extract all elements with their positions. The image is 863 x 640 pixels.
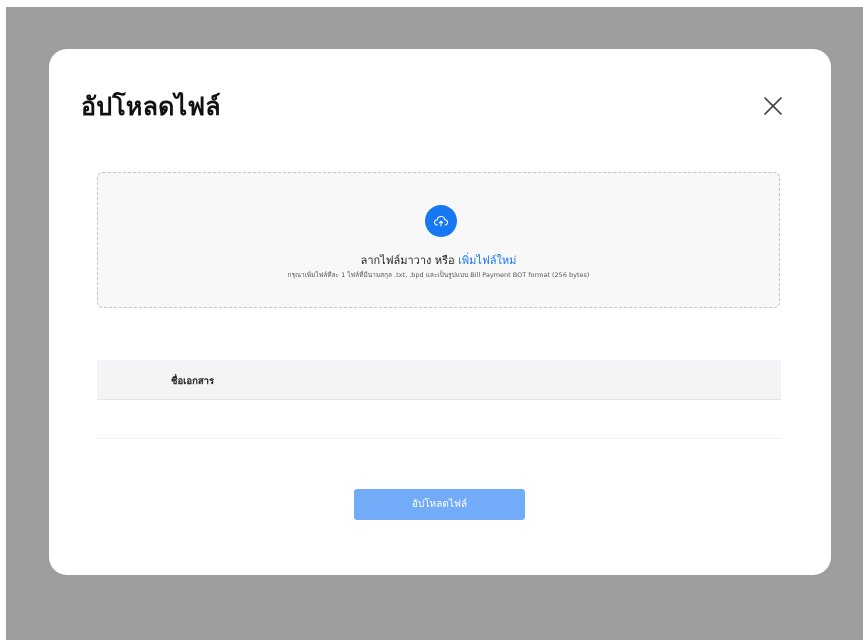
file-dropzone[interactable]: ลากไฟล์มาวาง หรือ เพิ่มไฟล์ใหม่ กรุณาเพิ… bbox=[97, 172, 780, 308]
dropzone-prompt: ลากไฟล์มาวาง หรือ เพิ่มไฟล์ใหม่ bbox=[98, 251, 779, 269]
upload-button-circle[interactable] bbox=[425, 205, 457, 237]
dropzone-prompt-text: ลากไฟล์มาวาง หรือ bbox=[360, 254, 459, 267]
close-button[interactable] bbox=[761, 94, 785, 118]
documents-table: ชื่อเอกสาร bbox=[97, 360, 781, 439]
cloud-upload-icon bbox=[433, 215, 449, 227]
table-header: ชื่อเอกสาร bbox=[97, 360, 781, 400]
close-icon bbox=[764, 97, 782, 115]
upload-dialog: อัปโหลดไฟล์ ลากไฟล์มาวาง หรือ เพิ่มไฟล์ใ… bbox=[49, 49, 831, 575]
dropzone-hint: กรุณาเพิ่มไฟล์ทีละ 1 ไฟล์ที่มีนามสกุล .t… bbox=[287, 271, 590, 279]
modal-title: อัปโหลดไฟล์ bbox=[81, 92, 221, 121]
upload-file-button[interactable]: อัปโหลดไฟล์ bbox=[354, 489, 525, 520]
add-new-file-link[interactable]: เพิ่มไฟล์ใหม่ bbox=[458, 254, 516, 267]
column-header-document-name: ชื่อเอกสาร bbox=[171, 376, 215, 387]
table-empty-row bbox=[97, 400, 781, 439]
